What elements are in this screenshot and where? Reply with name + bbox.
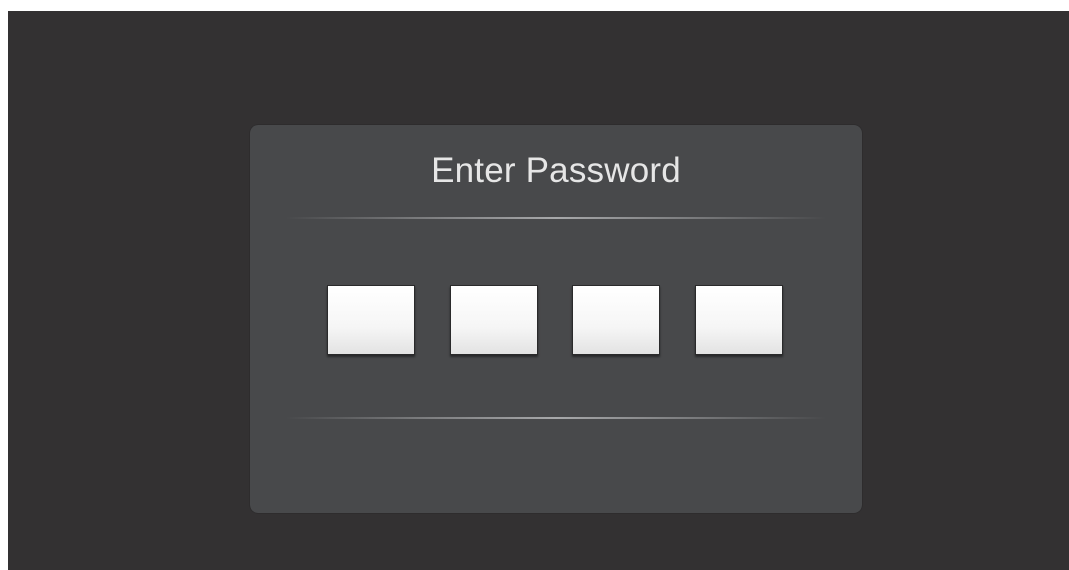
- pin-digit-2-field[interactable]: [450, 285, 538, 355]
- pin-digit-4-field[interactable]: [695, 285, 783, 355]
- password-dialog: Enter Password: [250, 125, 862, 513]
- top-divider: [286, 217, 826, 219]
- pin-digit-1-field[interactable]: [327, 285, 415, 355]
- bottom-divider: [286, 417, 826, 419]
- dialog-title: Enter Password: [431, 151, 681, 190]
- pin-digit-3-field[interactable]: [572, 285, 660, 355]
- screen-background: Enter Password: [8, 11, 1069, 570]
